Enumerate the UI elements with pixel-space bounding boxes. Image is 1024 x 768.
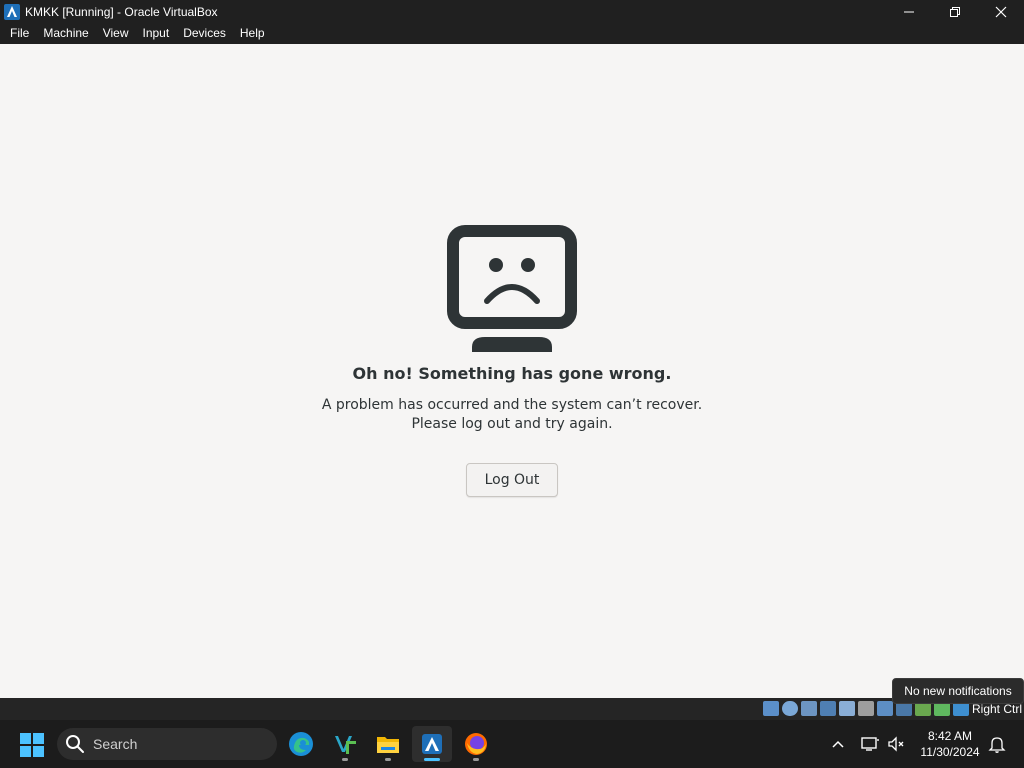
error-message-line1: A problem has occurred and the system ca…	[321, 397, 703, 413]
window-title: KMKK [Running] - Oracle VirtualBox	[25, 4, 218, 19]
menu-file[interactable]: File	[3, 23, 36, 44]
hard-disk-icon[interactable]	[763, 701, 779, 716]
minimize-button[interactable]	[886, 0, 932, 23]
menu-help[interactable]: Help	[233, 23, 272, 44]
clock-time: 8:42 AM	[927, 729, 973, 743]
audio-icon[interactable]	[801, 701, 817, 716]
usb-icon[interactable]	[839, 701, 855, 716]
volume-muted-icon[interactable]	[886, 734, 906, 754]
menu-view[interactable]: View	[96, 23, 136, 44]
network-icon[interactable]	[820, 701, 836, 716]
taskbar-app-virtualbox[interactable]	[412, 726, 452, 762]
error-message-line2: Please log out and try again.	[411, 416, 613, 432]
minimize-icon	[904, 11, 914, 12]
edge-icon	[289, 732, 313, 756]
virtualbox-status-bar: Right Ctrl	[0, 698, 1024, 720]
error-title: Oh no! Something has gone wrong.	[352, 364, 672, 383]
logout-button[interactable]: Log Out	[466, 463, 558, 497]
virtualbox-app-icon	[4, 3, 20, 20]
taskbar: Search 8:42 AM 11/30/2024	[0, 720, 1024, 768]
virtualbox-icon	[422, 734, 442, 754]
display-icon[interactable]	[877, 701, 893, 716]
window-title-bar[interactable]: KMKK [Running] - Oracle VirtualBox	[0, 0, 1024, 23]
menu-devices[interactable]: Devices	[176, 23, 233, 44]
clock-date: 11/30/2024	[920, 745, 980, 759]
active-indicator	[424, 758, 440, 761]
taskbar-app-file-explorer[interactable]	[368, 726, 408, 762]
notification-bell-icon[interactable]	[987, 734, 1007, 754]
menu-machine[interactable]: Machine	[36, 23, 95, 44]
file-explorer-icon	[377, 737, 399, 753]
taskbar-app-visual-studio[interactable]	[325, 726, 365, 762]
close-icon	[995, 6, 1007, 17]
guest-screen[interactable]: Oh no! Something has gone wrong. A probl…	[0, 44, 1024, 698]
sad-computer-icon	[447, 225, 577, 352]
menu-bar: File Machine View Input Devices Help	[0, 23, 1024, 44]
restore-icon	[950, 6, 960, 17]
taskbar-clock[interactable]: 8:42 AM 11/30/2024	[915, 728, 985, 760]
taskbar-app-firefox[interactable]	[456, 726, 496, 762]
notification-tooltip: No new notifications	[892, 678, 1024, 704]
network-tray-icon[interactable]	[860, 734, 880, 754]
firefox-icon	[465, 733, 487, 755]
restore-button[interactable]	[932, 0, 978, 23]
start-button[interactable]	[19, 732, 45, 758]
close-button[interactable]	[978, 0, 1024, 23]
host-key-label: Right Ctrl	[972, 702, 1023, 716]
visual-studio-icon	[335, 736, 356, 754]
running-indicator	[342, 758, 348, 761]
menu-input[interactable]: Input	[136, 23, 177, 44]
running-indicator	[385, 758, 391, 761]
running-indicator	[473, 758, 479, 761]
shared-folders-icon[interactable]	[858, 701, 874, 716]
search-placeholder: Search	[93, 736, 138, 752]
optical-drive-icon[interactable]	[782, 701, 798, 716]
show-hidden-icons-icon[interactable]	[828, 734, 848, 754]
taskbar-app-edge[interactable]	[281, 726, 321, 762]
taskbar-search[interactable]: Search	[57, 728, 277, 760]
search-icon	[66, 735, 84, 753]
